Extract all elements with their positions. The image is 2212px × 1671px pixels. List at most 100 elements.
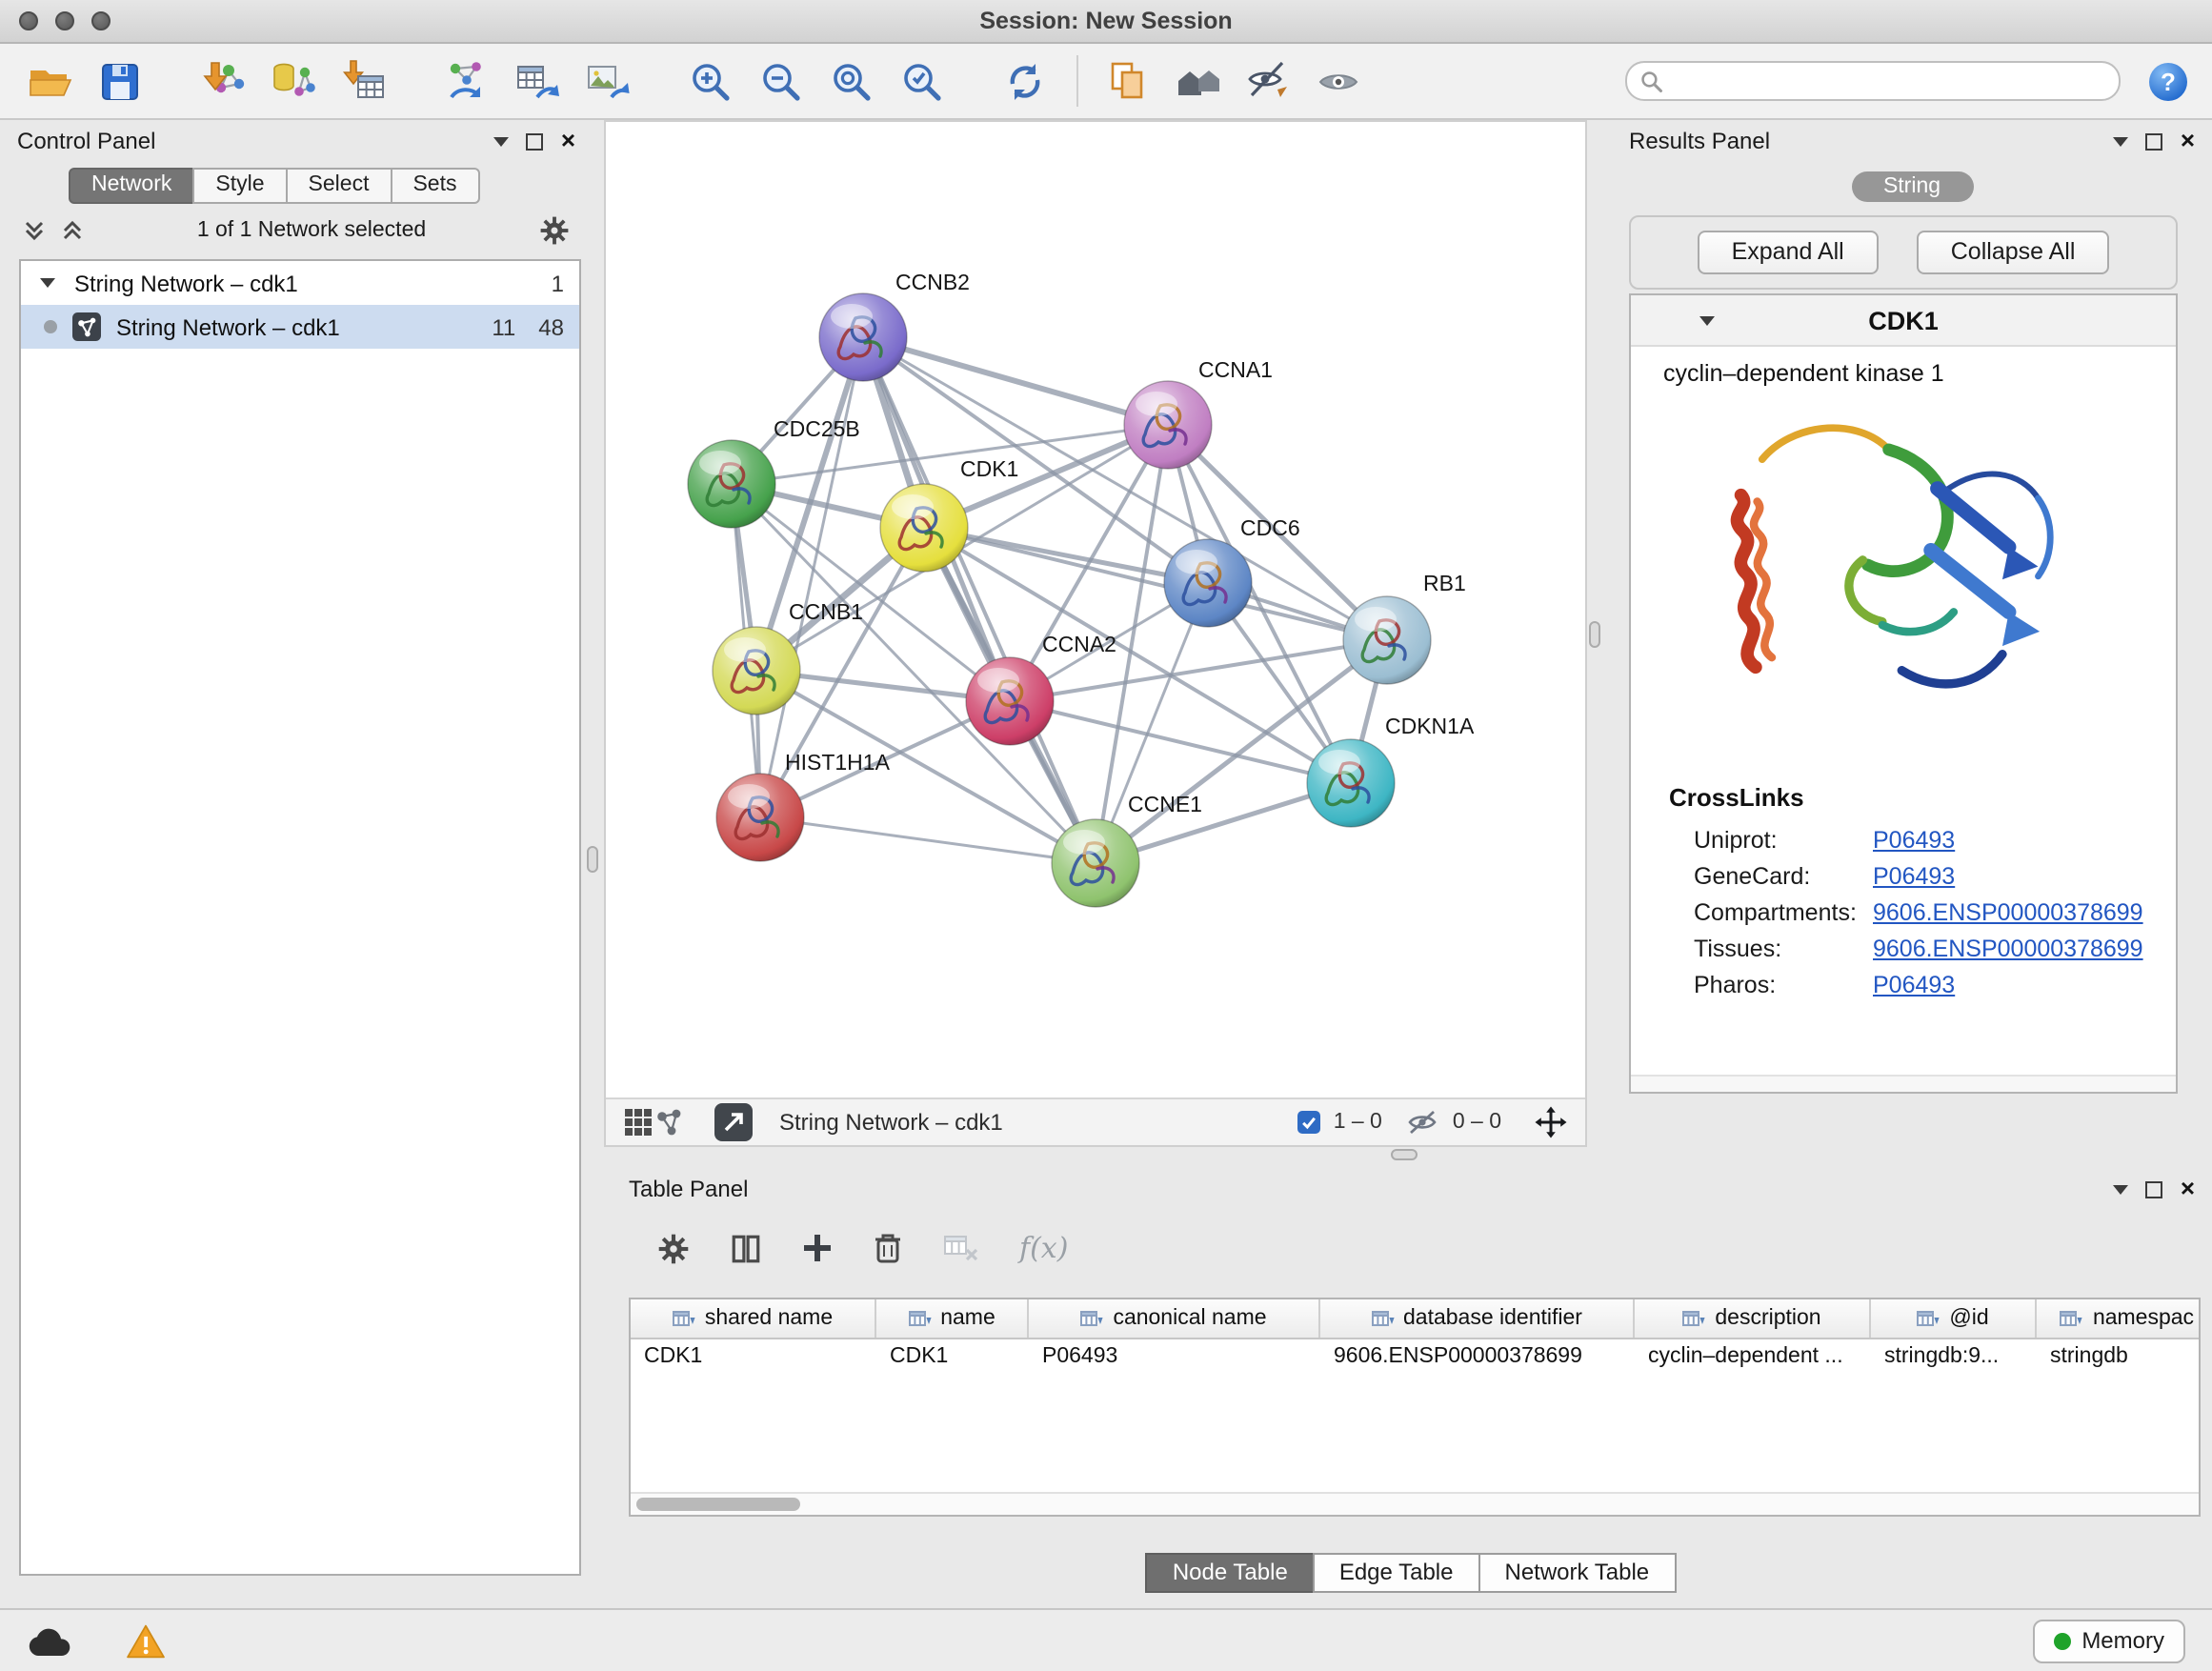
crosslink-value[interactable]: 9606.ENSP00000378699 <box>1873 898 2143 925</box>
help-button[interactable]: ? <box>2147 60 2189 102</box>
column-header-namespac[interactable]: namespac <box>2037 1299 2201 1338</box>
annotation-icon[interactable] <box>1101 54 1155 108</box>
network-edge[interactable] <box>863 337 1168 425</box>
pan-move-icon[interactable] <box>1534 1105 1568 1139</box>
export-image-icon[interactable] <box>581 54 634 108</box>
tab-network[interactable]: Network <box>69 168 194 204</box>
panel-close-icon[interactable]: × <box>561 131 575 151</box>
cell[interactable]: P06493 <box>1029 1339 1320 1378</box>
network-node-CDKN1A[interactable] <box>1307 739 1395 827</box>
table-menu-icon[interactable] <box>2114 1184 2129 1194</box>
collapse-all-icon[interactable] <box>23 219 46 242</box>
left-splitter-handle[interactable] <box>587 846 598 873</box>
import-network-icon[interactable] <box>196 54 250 108</box>
save-session-icon[interactable] <box>93 54 147 108</box>
clone-network-icon[interactable] <box>440 54 493 108</box>
entry-disclosure-icon[interactable] <box>1699 315 1715 325</box>
clone-table-icon[interactable] <box>511 54 564 108</box>
tab-style[interactable]: Style <box>192 168 287 204</box>
table-row[interactable]: CDK1CDK1P064939606.ENSP00000378699cyclin… <box>631 1339 2199 1378</box>
cell[interactable]: 9606.ENSP00000378699 <box>1320 1339 1635 1378</box>
grid-view-icon[interactable] <box>623 1107 654 1137</box>
column-header-canonical-name[interactable]: canonical name <box>1029 1299 1320 1338</box>
network-row[interactable]: String Network – cdk1 11 48 <box>21 305 579 349</box>
open-external-button[interactable] <box>714 1103 753 1141</box>
network-share-icon[interactable] <box>654 1107 684 1137</box>
tab-node-table[interactable]: Node Table <box>1146 1553 1315 1593</box>
hide-annotations-icon[interactable] <box>1242 54 1296 108</box>
zoom-in-icon[interactable] <box>684 54 737 108</box>
network-node-RB1[interactable] <box>1343 596 1431 684</box>
collapse-all-button[interactable]: Collapse All <box>1917 231 2110 274</box>
memory-button[interactable]: Memory <box>2032 1619 2185 1662</box>
network-edge[interactable] <box>863 337 1096 863</box>
hidden-eye-slash-icon[interactable] <box>1407 1109 1439 1136</box>
results-menu-icon[interactable] <box>2114 136 2129 146</box>
network-edge[interactable] <box>760 817 1096 863</box>
network-edge[interactable] <box>760 337 863 817</box>
expand-all-icon[interactable] <box>61 219 84 242</box>
network-node-HIST1H1A[interactable] <box>716 774 804 861</box>
network-collection-row[interactable]: String Network – cdk1 1 <box>21 261 579 305</box>
add-column-icon[interactable] <box>802 1233 833 1263</box>
panel-float-icon[interactable] <box>527 132 544 150</box>
import-network-database-icon[interactable] <box>267 54 320 108</box>
network-node-CCNB1[interactable] <box>713 627 800 715</box>
column-header--id[interactable]: @id <box>1871 1299 2037 1338</box>
show-columns-icon[interactable] <box>730 1232 762 1264</box>
close-window-button[interactable] <box>19 11 38 30</box>
cloud-status-icon[interactable] <box>27 1624 72 1657</box>
crosslink-value[interactable]: P06493 <box>1873 826 1955 853</box>
table-horizontal-scrollbar[interactable] <box>631 1492 2199 1515</box>
tab-network-table[interactable]: Network Table <box>1478 1553 1677 1593</box>
table-close-icon[interactable]: × <box>2181 1179 2195 1198</box>
warning-status-icon[interactable] <box>126 1622 166 1659</box>
cell[interactable]: CDK1 <box>631 1339 876 1378</box>
table-float-icon[interactable] <box>2146 1180 2163 1198</box>
network-node-CDK1[interactable] <box>880 484 968 572</box>
cell[interactable]: CDK1 <box>876 1339 1029 1378</box>
network-canvas[interactable]: CCNB2CCNA1CDC25BCDK1CDC6RB1CCNB1CCNA2CDK… <box>606 122 1585 1097</box>
right-splitter-handle[interactable] <box>1589 621 1600 648</box>
string-tab-badge[interactable]: String <box>1851 171 1973 202</box>
network-node-CCNA1[interactable] <box>1124 381 1212 469</box>
scrollbar-thumb[interactable] <box>636 1498 800 1511</box>
show-hide-icon[interactable] <box>1313 54 1366 108</box>
bottom-splitter-handle[interactable] <box>1391 1149 1418 1160</box>
zoom-fit-icon[interactable] <box>825 54 878 108</box>
network-node-CCNB2[interactable] <box>819 293 907 381</box>
panel-menu-icon[interactable] <box>494 136 510 146</box>
zoom-out-icon[interactable] <box>754 54 808 108</box>
zoom-selected-icon[interactable] <box>895 54 949 108</box>
minimize-window-button[interactable] <box>55 11 74 30</box>
crosslink-value[interactable]: 9606.ENSP00000378699 <box>1873 935 2143 961</box>
refresh-icon[interactable] <box>998 54 1052 108</box>
results-close-icon[interactable]: × <box>2181 131 2195 151</box>
cell[interactable]: stringdb <box>2037 1339 2201 1378</box>
tab-edge-table[interactable]: Edge Table <box>1313 1553 1480 1593</box>
column-header-name[interactable]: name <box>876 1299 1029 1338</box>
network-node-CDC25B[interactable] <box>688 440 775 528</box>
crosslink-value[interactable]: P06493 <box>1873 971 1955 997</box>
open-session-icon[interactable] <box>23 54 76 108</box>
table-gear-icon[interactable] <box>657 1232 690 1264</box>
network-options-gear-icon[interactable] <box>539 215 570 246</box>
search-box[interactable] <box>1625 61 2121 101</box>
delete-column-trash-icon[interactable] <box>873 1231 903 1265</box>
search-input[interactable] <box>1673 68 2105 94</box>
cell[interactable]: stringdb:9... <box>1871 1339 2037 1378</box>
column-header-database-identifier[interactable]: database identifier <box>1320 1299 1635 1338</box>
selected-checkbox-icon[interactable] <box>1297 1111 1320 1134</box>
crosslink-value[interactable]: P06493 <box>1873 862 1955 889</box>
home-layout-icon[interactable] <box>1172 54 1225 108</box>
results-float-icon[interactable] <box>2146 132 2163 150</box>
import-table-icon[interactable] <box>337 54 391 108</box>
collection-disclosure-icon[interactable] <box>40 278 55 288</box>
column-header-description[interactable]: description <box>1635 1299 1871 1338</box>
tab-sets[interactable]: Sets <box>390 168 479 204</box>
column-header-shared-name[interactable]: shared name <box>631 1299 876 1338</box>
network-node-CCNA2[interactable] <box>966 657 1054 745</box>
network-node-CDC6[interactable] <box>1164 539 1252 627</box>
cell[interactable]: cyclin–dependent ... <box>1635 1339 1871 1378</box>
network-node-CCNE1[interactable] <box>1052 819 1139 907</box>
